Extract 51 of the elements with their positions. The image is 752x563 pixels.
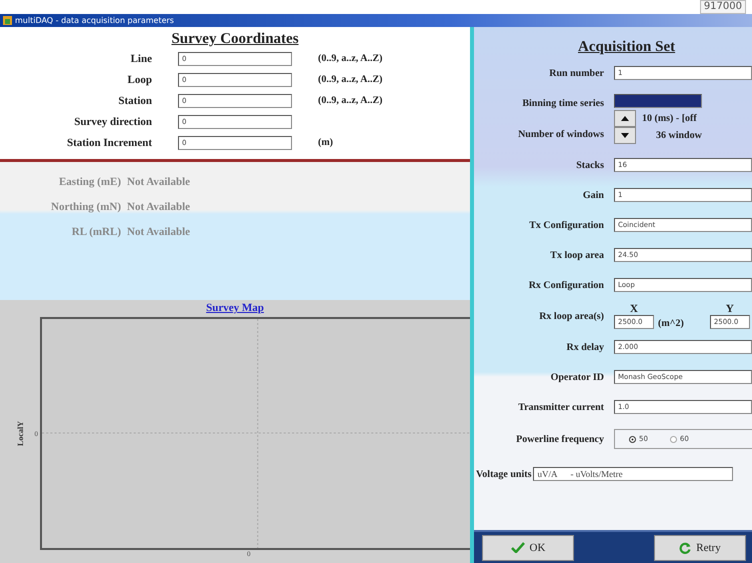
field-hint: (m)	[318, 137, 334, 148]
field-label: Stacks	[575, 160, 604, 170]
window-title: multiDAQ - data acquisition parameters	[15, 16, 174, 25]
map-title[interactable]: Survey Map	[206, 302, 264, 314]
window-info: 36 window	[655, 130, 702, 141]
app-icon	[3, 16, 12, 25]
field-label: Powerline frequency	[515, 434, 604, 444]
coordinate-value: 917000	[700, 0, 746, 14]
field-label: Survey direction	[73, 116, 152, 128]
field-label: Tx loop area	[549, 250, 604, 260]
up-arrow-icon	[621, 116, 629, 121]
axis-label: Y	[726, 303, 734, 315]
field-label: Loop	[126, 74, 152, 86]
field-label: Number of windows	[518, 129, 604, 140]
position-label: Easting (mE)	[58, 176, 121, 188]
field-label: Rx Configuration	[528, 280, 604, 290]
spin-up-button[interactable]	[614, 110, 636, 127]
field-label: Station	[117, 94, 152, 106]
dropdown-field[interactable]: uV/A - uVolts/Metre	[533, 467, 734, 481]
refresh-icon	[679, 542, 692, 554]
check-icon	[510, 542, 525, 553]
input-field[interactable]	[614, 94, 702, 108]
retry-button[interactable]: Retry	[654, 534, 746, 560]
window-info: 10 (ms) - [off	[642, 113, 698, 124]
position-label: Northing (mN)	[50, 201, 121, 213]
position-value: Not Available	[127, 176, 192, 188]
field-hint: (0..9, a..z, A..Z)	[318, 74, 384, 85]
field-label: Binning time series	[522, 98, 604, 109]
field-label: Station Increment	[66, 136, 152, 148]
ok-button[interactable]: OK	[482, 534, 574, 560]
field-label: Gain	[582, 190, 604, 200]
field-label: Tx Configuration	[528, 220, 604, 230]
position-value: Not Available	[127, 226, 192, 238]
down-arrow-icon	[621, 133, 629, 138]
unit-label: (m^2)	[658, 318, 684, 329]
field-label: Line	[130, 52, 152, 64]
field-label: Voltage units	[476, 468, 532, 480]
field-label: Operator ID	[550, 372, 604, 382]
spin-down-button[interactable]	[614, 127, 636, 144]
field-label: Run number	[548, 68, 604, 78]
section-title: Acquisition Set	[577, 38, 676, 57]
field-hint: (0..9, a..z, A..Z)	[318, 53, 384, 64]
section-title: Survey Coordinates	[170, 31, 300, 48]
field-label: Rx delay	[566, 342, 604, 352]
field-label: Transmitter current	[517, 402, 604, 412]
y-axis-label: LocalY	[16, 421, 25, 446]
axis-label: X	[630, 303, 638, 315]
field-label: Rx loop area(s)	[538, 310, 604, 322]
field-hint: (0..9, a..z, A..Z)	[318, 95, 384, 106]
position-label: RL (mRL)	[70, 226, 121, 238]
position-value: Not Available	[127, 201, 192, 213]
